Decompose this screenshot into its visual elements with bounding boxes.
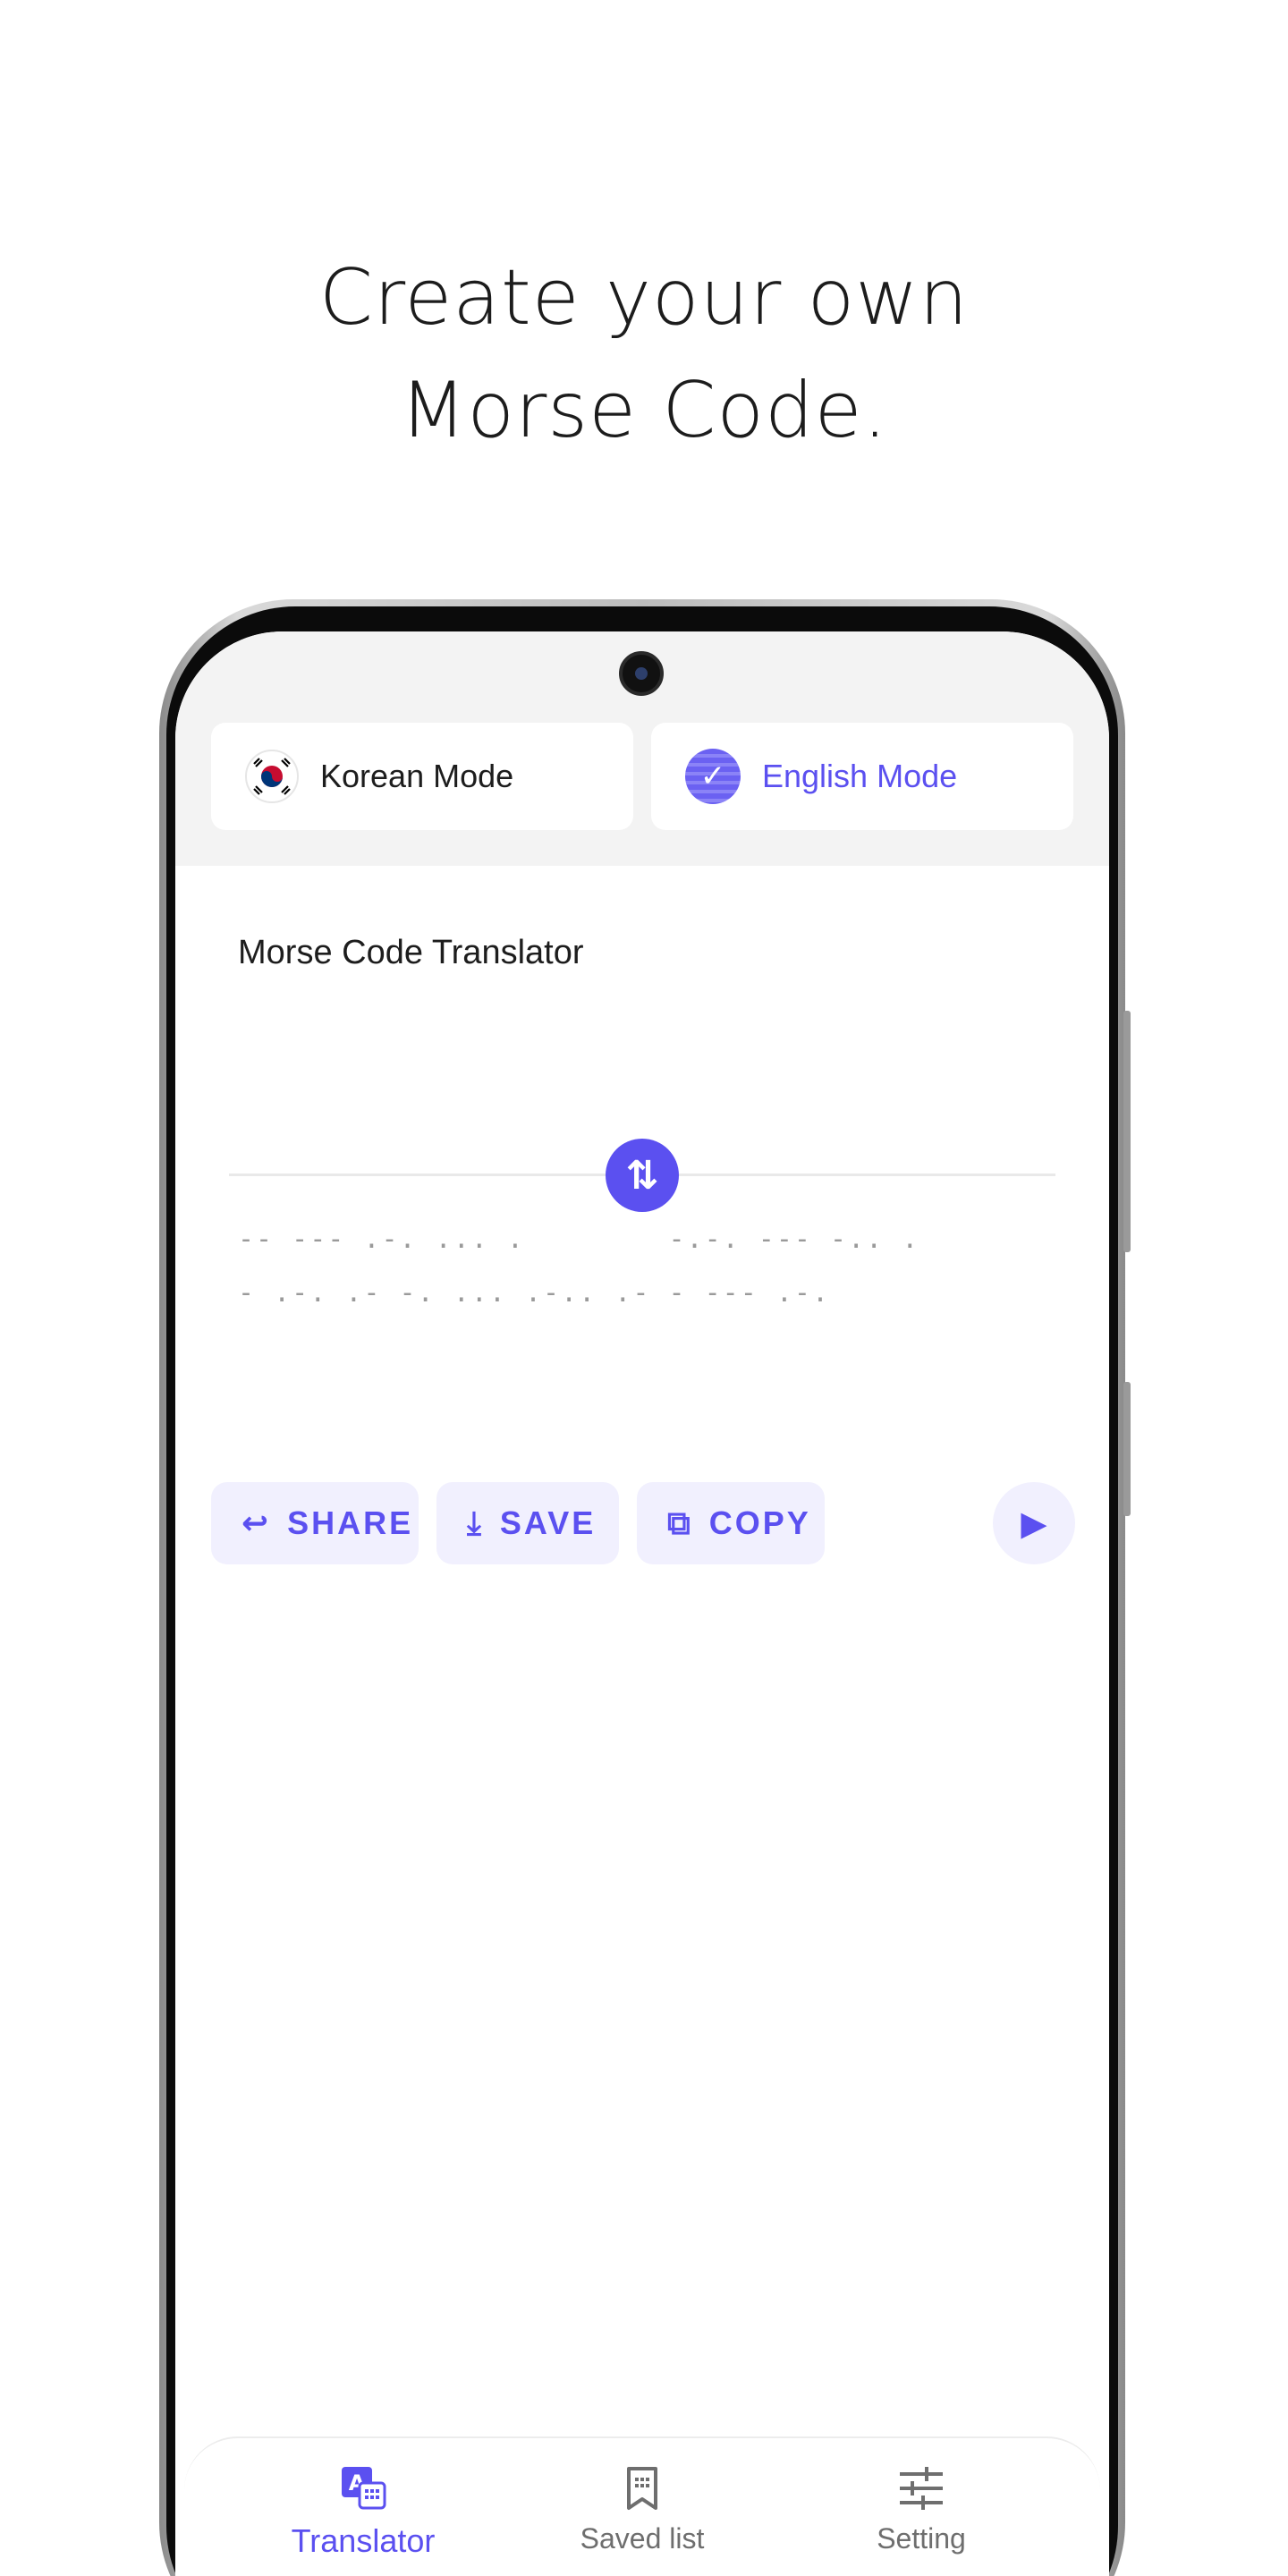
front-camera — [619, 651, 664, 696]
nav-item-saved-list[interactable]: Saved list — [508, 2438, 776, 2555]
translate-icon: A — [336, 2462, 390, 2515]
headline-line-2: Morse Code. — [400, 366, 888, 455]
nav-item-setting[interactable]: Setting — [787, 2438, 1055, 2555]
share-label: SHARE — [287, 1504, 414, 1541]
save-label: SAVE — [499, 1504, 597, 1541]
play-icon: ▶ — [1021, 1504, 1047, 1543]
copy-button[interactable]: ⧉ COPY — [637, 1482, 825, 1564]
nav-item-translator[interactable]: A Translator — [229, 2438, 497, 2560]
share-button[interactable]: ↩ SHARE — [211, 1482, 419, 1564]
bookmark-icon — [615, 2462, 669, 2515]
share-icon: ↩ — [242, 1504, 272, 1541]
korea-flag-icon — [245, 750, 299, 803]
headline-line-1: Create your own — [318, 253, 970, 343]
phone-power-button — [1123, 1382, 1131, 1516]
phone-screen: Korean Mode ✓ English Mode Morse Code Tr… — [175, 631, 1109, 2576]
korean-mode-label: Korean Mode — [320, 758, 514, 794]
swap-direction-button[interactable]: ⇅ — [606, 1139, 679, 1212]
english-mode-label: English Mode — [762, 758, 958, 794]
headline: Create your own Morse Code. — [0, 242, 1288, 467]
check-globe-icon: ✓ — [685, 749, 741, 804]
copy-label: COPY — [708, 1504, 811, 1541]
translator-title: Morse Code Translator — [238, 934, 584, 971]
english-mode-button[interactable]: ✓ English Mode — [651, 723, 1073, 830]
morse-output-text: -- --- .-. ... . -.-. --- -.. . - .-. .-… — [238, 1224, 1063, 1309]
nav-label-setting: Setting — [877, 2522, 966, 2555]
nav-label-translator: Translator — [291, 2522, 436, 2559]
korean-mode-button[interactable]: Korean Mode — [211, 723, 633, 830]
copy-icon: ⧉ — [667, 1504, 693, 1541]
swap-arrows-icon: ⇅ — [625, 1153, 659, 1198]
save-button[interactable]: ⤓ SAVE — [436, 1482, 619, 1564]
phone-volume-button — [1123, 1011, 1131, 1252]
sliders-icon — [894, 2462, 948, 2515]
bottom-nav: A Translator Saved list Setting — [184, 2436, 1100, 2576]
download-icon: ⤓ — [467, 1504, 484, 1541]
nav-label-saved-list: Saved list — [580, 2522, 705, 2555]
play-button[interactable]: ▶ — [993, 1482, 1075, 1564]
